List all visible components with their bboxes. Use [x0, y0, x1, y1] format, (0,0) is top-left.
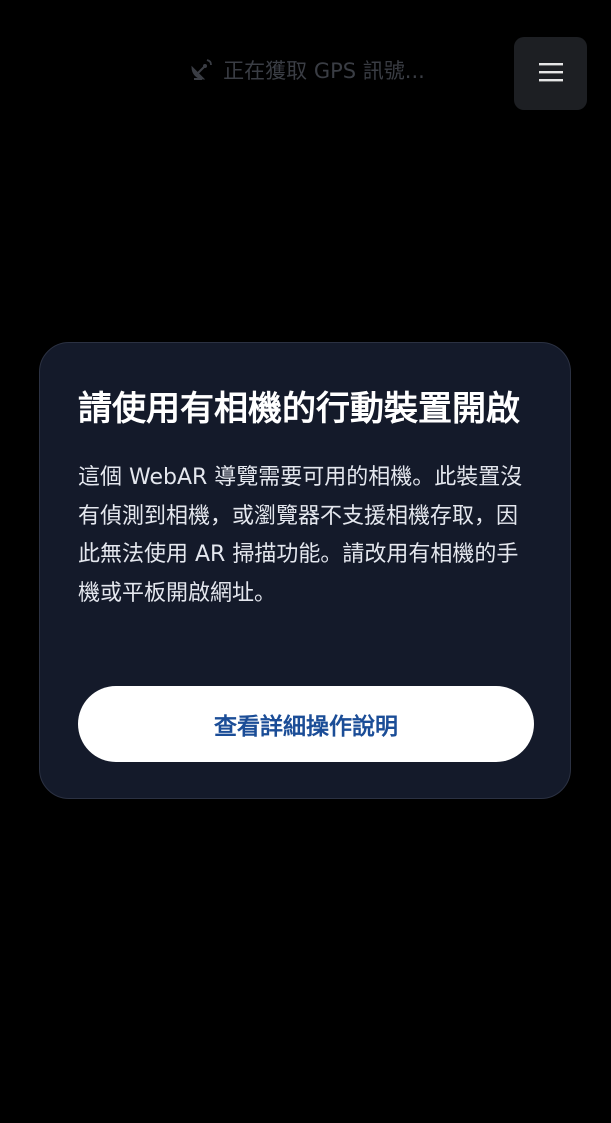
- gps-status-text: 正在獲取 GPS 訊號...: [223, 59, 425, 83]
- dialog-message: 這個 WebAR 導覽需要可用的相機。此裝置沒有偵測到相機，或瀏覽器不支援相機存…: [78, 465, 523, 606]
- gps-status: 正在獲取 GPS 訊號...: [120, 52, 492, 88]
- dialog-title: 請使用有相機的行動裝置開啟: [78, 389, 520, 429]
- menu-button[interactable]: [514, 37, 587, 110]
- camera-required-dialog: 請使用有相機的行動裝置開啟 這個 WebAR 導覽需要可用的相機。此裝置沒有偵測…: [39, 342, 571, 799]
- hamburger-menu-icon: [538, 60, 564, 87]
- camera-unavailable-screen: 正在獲取 GPS 訊號... 請使用有相機的行動裝置開啟 這個 WebAR 導覽…: [0, 0, 611, 1123]
- satellite-antenna-icon: [187, 56, 215, 84]
- view-instructions-button[interactable]: 查看詳細操作說明: [78, 686, 534, 762]
